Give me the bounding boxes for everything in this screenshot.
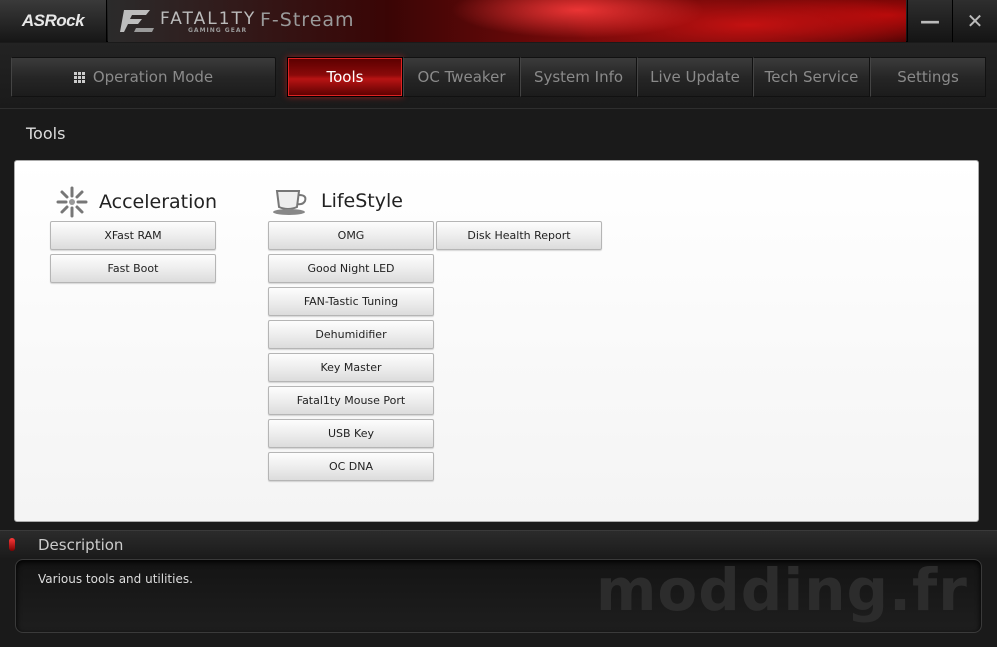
- title-bar: ASRock FATAL1TY GAMING GEAR F-Stream — ✕: [0, 0, 997, 42]
- tab-live-update-label: Live Update: [650, 68, 740, 86]
- fatal1ty-mouse-port-label: Fatal1ty Mouse Port: [296, 394, 406, 407]
- fan-tastic-tuning-label: FAN-Tastic Tuning: [303, 295, 399, 308]
- close-icon: ✕: [966, 9, 984, 33]
- fatal1ty-wordmark: FATAL1TY: [160, 9, 257, 29]
- usb-key-button[interactable]: USB Key: [268, 419, 434, 448]
- grid-icon: [73, 71, 85, 83]
- watermark-text: modding.fr: [596, 556, 968, 624]
- usb-key-label: USB Key: [327, 427, 375, 440]
- good-night-led-button[interactable]: Good Night LED: [268, 254, 434, 283]
- minimize-icon: —: [920, 9, 940, 33]
- description-header: Description: [0, 530, 997, 558]
- operation-mode-button[interactable]: Operation Mode: [11, 57, 276, 97]
- tab-system-info-label: System Info: [533, 68, 624, 86]
- minimize-button[interactable]: —: [907, 0, 952, 42]
- operation-mode-label: Operation Mode: [92, 68, 214, 86]
- tab-live-update[interactable]: Live Update: [637, 57, 753, 97]
- indicator-light-icon: [9, 538, 15, 551]
- close-button[interactable]: ✕: [952, 0, 997, 42]
- dehumidifier-button[interactable]: Dehumidifier: [268, 320, 434, 349]
- fatal1ty-mouse-port-button[interactable]: Fatal1ty Mouse Port: [268, 386, 434, 415]
- omg-label: OMG: [337, 229, 365, 242]
- fast-boot-button[interactable]: Fast Boot: [50, 254, 216, 283]
- brand-logo-text: ASRock: [21, 11, 85, 30]
- sparkle-icon: [56, 186, 88, 218]
- fan-tastic-tuning-button[interactable]: FAN-Tastic Tuning: [268, 287, 434, 316]
- tab-system-info[interactable]: System Info: [520, 57, 637, 97]
- acceleration-header: Acceleration: [55, 185, 217, 219]
- good-night-led-label: Good Night LED: [307, 262, 395, 275]
- omg-button[interactable]: OMG: [268, 221, 434, 250]
- tab-tech-service[interactable]: Tech Service: [753, 57, 870, 97]
- asrock-logo: ASRock: [0, 0, 107, 42]
- xfast-ram-button[interactable]: XFast RAM: [50, 221, 216, 250]
- acceleration-title: Acceleration: [99, 191, 218, 213]
- title-banner: FATAL1TY GAMING GEAR F-Stream: [108, 0, 906, 42]
- description-title: Description: [38, 536, 124, 554]
- tab-settings-label: Settings: [897, 68, 959, 86]
- nav-bar: Operation Mode Tools OC Tweaker System I…: [0, 43, 997, 109]
- oc-dna-button[interactable]: OC DNA: [268, 452, 434, 481]
- fast-boot-label: Fast Boot: [107, 262, 159, 275]
- xfast-ram-label: XFast RAM: [104, 229, 162, 242]
- tab-tech-service-label: Tech Service: [764, 68, 859, 86]
- dehumidifier-label: Dehumidifier: [315, 328, 387, 341]
- disk-health-report-label: Disk Health Report: [467, 229, 571, 242]
- fatal1ty-logo-icon: [120, 10, 154, 32]
- description-text: Various tools and utilities.: [38, 572, 193, 586]
- tab-oc-tweaker-label: OC Tweaker: [417, 68, 506, 86]
- page-title: Tools: [26, 124, 66, 143]
- key-master-label: Key Master: [320, 361, 382, 374]
- cup-icon: [273, 190, 307, 215]
- disk-health-report-button[interactable]: Disk Health Report: [436, 221, 602, 250]
- tools-panel: Acceleration XFast RAM Fast Boot LifeSty…: [14, 160, 979, 522]
- tab-tools[interactable]: Tools: [287, 57, 403, 97]
- app-title: F-Stream: [260, 9, 355, 31]
- lifestyle-title: LifeStyle: [321, 190, 403, 212]
- tab-oc-tweaker[interactable]: OC Tweaker: [403, 57, 520, 97]
- gaming-gear-text: GAMING GEAR: [188, 27, 248, 34]
- oc-dna-label: OC DNA: [328, 460, 374, 473]
- tab-tools-label: Tools: [326, 68, 364, 86]
- key-master-button[interactable]: Key Master: [268, 353, 434, 382]
- tab-settings[interactable]: Settings: [870, 57, 986, 97]
- lifestyle-header: LifeStyle: [271, 185, 403, 217]
